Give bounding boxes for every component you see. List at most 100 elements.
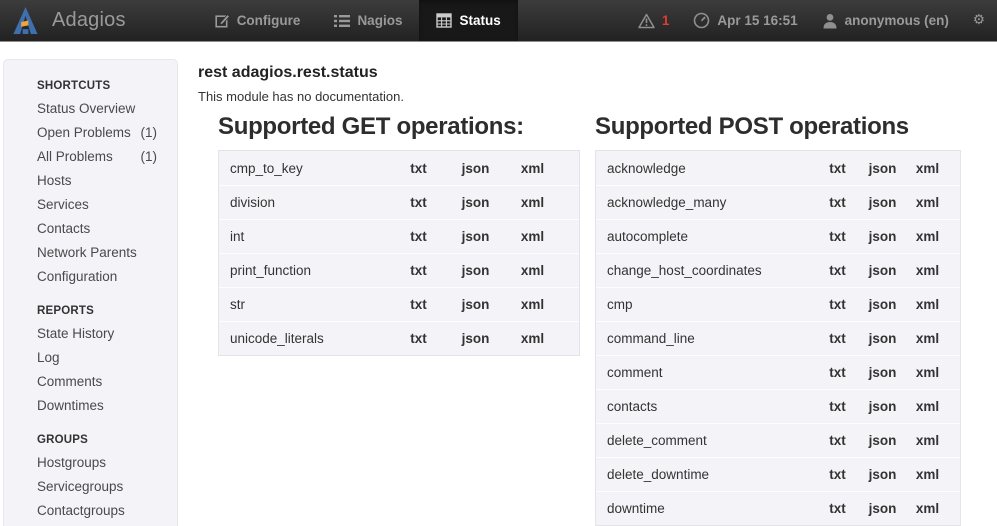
xml-link[interactable]: xml — [504, 331, 561, 346]
xml-link[interactable]: xml — [504, 263, 561, 278]
json-link[interactable]: json — [447, 331, 504, 346]
sidebar-item-label: Services — [37, 193, 89, 217]
sidebar-item[interactable]: Log — [4, 346, 177, 370]
operation-name: delete_downtime — [596, 467, 815, 482]
sidebar-item-label: Contacts — [37, 217, 90, 241]
sidebar-item[interactable]: State History — [4, 322, 177, 346]
sidebar-item[interactable]: Servicegroups — [4, 475, 177, 499]
xml-link[interactable]: xml — [905, 161, 950, 176]
json-link[interactable]: json — [860, 399, 905, 414]
json-link[interactable]: json — [860, 195, 905, 210]
sidebar-item[interactable]: Hosts — [4, 169, 177, 193]
get-operations-section: Supported GET operations: cmp_to_key txt… — [218, 113, 580, 526]
json-link[interactable]: json — [860, 467, 905, 482]
txt-link[interactable]: txt — [390, 331, 447, 346]
xml-link[interactable]: xml — [905, 365, 950, 380]
txt-link[interactable]: txt — [390, 161, 447, 176]
txt-link[interactable]: txt — [390, 263, 447, 278]
operation-name: acknowledge — [596, 161, 815, 176]
sidebar-item[interactable]: All Problems (1) — [4, 145, 177, 169]
xml-link[interactable]: xml — [905, 433, 950, 448]
txt-link[interactable]: txt — [815, 399, 860, 414]
operation-name: cmp — [596, 297, 815, 312]
sidebar-item[interactable]: Hostgroups — [4, 451, 177, 475]
sidebar-item-count: (1) — [141, 121, 158, 145]
json-link[interactable]: json — [447, 229, 504, 244]
txt-link[interactable]: txt — [815, 161, 860, 176]
txt-link[interactable]: txt — [815, 331, 860, 346]
table-icon — [436, 13, 452, 28]
json-link[interactable]: json — [860, 263, 905, 278]
json-link[interactable]: json — [860, 433, 905, 448]
json-link[interactable]: json — [860, 501, 905, 516]
json-link[interactable]: json — [447, 161, 504, 176]
table-row: cmp_to_key txt json xml — [219, 151, 579, 185]
xml-link[interactable]: xml — [504, 297, 561, 312]
json-link[interactable]: json — [860, 161, 905, 176]
xml-link[interactable]: xml — [905, 467, 950, 482]
user-indicator[interactable]: anonymous (en) — [822, 13, 949, 29]
txt-link[interactable]: txt — [815, 467, 860, 482]
txt-link[interactable]: txt — [815, 195, 860, 210]
xml-link[interactable]: xml — [905, 399, 950, 414]
xml-link[interactable]: xml — [504, 161, 561, 176]
xml-link[interactable]: xml — [905, 331, 950, 346]
xml-link[interactable]: xml — [504, 229, 561, 244]
sidebar-item-label: State History — [37, 322, 114, 346]
txt-link[interactable]: txt — [815, 433, 860, 448]
sidebar-item-label: Contactgroups — [37, 499, 125, 523]
xml-link[interactable]: xml — [905, 195, 950, 210]
txt-link[interactable]: txt — [815, 365, 860, 380]
sidebar-item-label: Servicegroups — [37, 475, 123, 499]
xml-link[interactable]: xml — [504, 195, 561, 210]
warning-icon — [638, 13, 655, 29]
xml-link[interactable]: xml — [905, 501, 950, 516]
txt-link[interactable]: txt — [815, 263, 860, 278]
table-row: command_line txt json xml — [596, 321, 960, 355]
brand[interactable]: Adagios — [0, 0, 140, 41]
sidebar-item[interactable]: Comments — [4, 370, 177, 394]
nav-item-status[interactable]: Status — [419, 0, 517, 41]
txt-link[interactable]: txt — [815, 297, 860, 312]
xml-link[interactable]: xml — [905, 229, 950, 244]
xml-link[interactable]: xml — [905, 297, 950, 312]
txt-link[interactable]: txt — [390, 229, 447, 244]
post-operations-table: acknowledge txt json xml acknowledge_man… — [595, 150, 961, 526]
operation-name: str — [219, 297, 390, 312]
clock-indicator[interactable]: Apr 15 16:51 — [693, 12, 797, 29]
json-link[interactable]: json — [860, 331, 905, 346]
txt-link[interactable]: txt — [390, 195, 447, 210]
sidebar-item[interactable]: Contactgroups — [4, 499, 177, 523]
sidebar-section-shortcuts: SHORTCUTS Status Overview Open Problems … — [4, 74, 177, 289]
sidebar-item[interactable]: Downtimes — [4, 394, 177, 418]
sidebar-item[interactable]: Network Parents — [4, 241, 177, 265]
operation-name: cmp_to_key — [219, 161, 390, 176]
sidebar-section-reports: REPORTS State History Log Comments Downt… — [4, 299, 177, 418]
datetime-label: Apr 15 16:51 — [717, 13, 797, 28]
txt-link[interactable]: txt — [815, 501, 860, 516]
post-operations-heading: Supported POST operations — [595, 113, 961, 141]
json-link[interactable]: json — [447, 263, 504, 278]
table-row: acknowledge txt json xml — [596, 151, 960, 185]
xml-link[interactable]: xml — [905, 263, 950, 278]
alerts-indicator[interactable]: 1 — [638, 13, 670, 29]
txt-link[interactable]: txt — [390, 297, 447, 312]
sidebar-item[interactable]: Contacts — [4, 217, 177, 241]
operation-name: contacts — [596, 399, 815, 414]
sidebar-item[interactable]: Configuration — [4, 265, 177, 289]
sidebar-item-label: Downtimes — [37, 394, 104, 418]
sidebar-item[interactable]: Open Problems (1) — [4, 121, 177, 145]
json-link[interactable]: json — [860, 297, 905, 312]
json-link[interactable]: json — [447, 297, 504, 312]
nav-item-configure[interactable]: Configure — [198, 0, 318, 41]
sidebar-item[interactable]: Status Overview — [4, 97, 177, 121]
operation-name: print_function — [219, 263, 390, 278]
settings-button[interactable]: ⚙ — [973, 14, 985, 28]
nav-item-label: Status — [459, 13, 500, 28]
json-link[interactable]: json — [860, 229, 905, 244]
json-link[interactable]: json — [447, 195, 504, 210]
nav-item-nagios[interactable]: Nagios — [317, 0, 419, 41]
json-link[interactable]: json — [860, 365, 905, 380]
sidebar-item[interactable]: Services — [4, 193, 177, 217]
txt-link[interactable]: txt — [815, 229, 860, 244]
